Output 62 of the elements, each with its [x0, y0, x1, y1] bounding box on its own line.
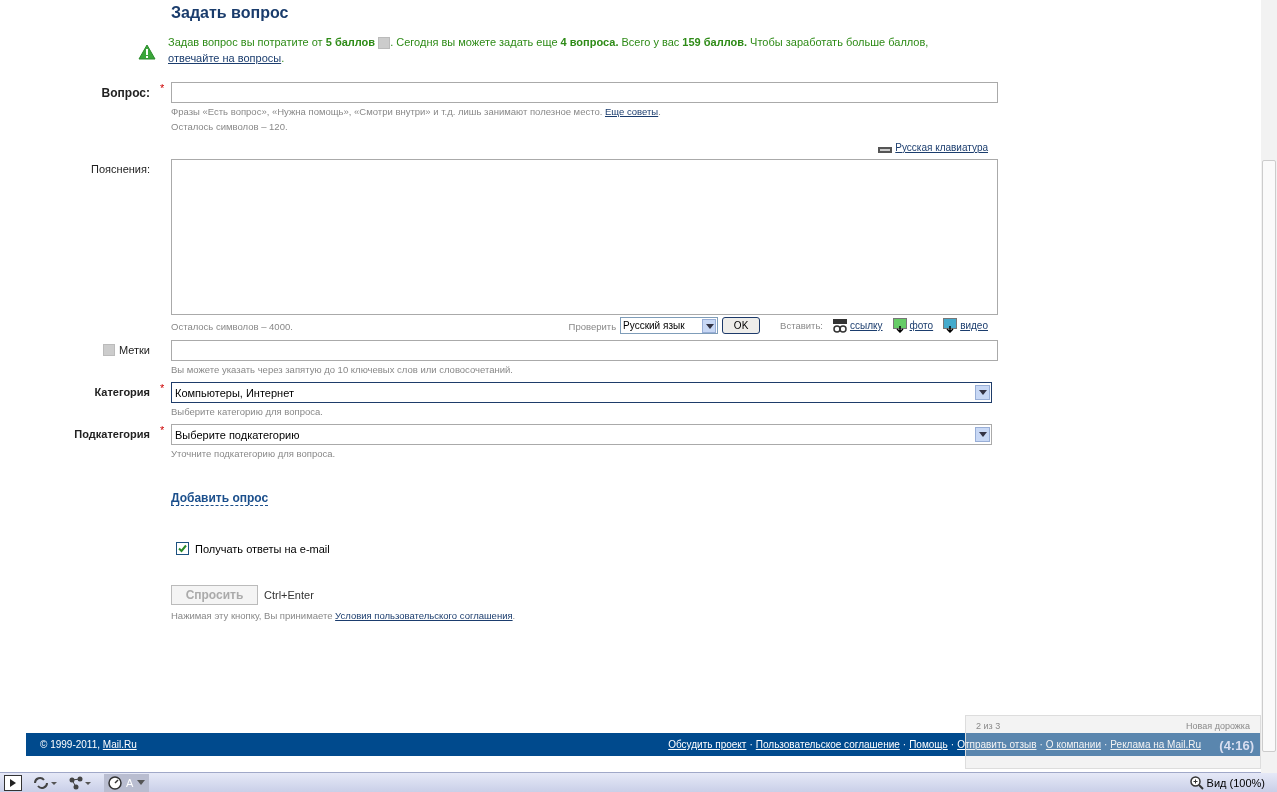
popup-counter: 2 из 3 — [976, 721, 1001, 732]
page-title: Задать вопрос — [171, 3, 290, 23]
insert-link[interactable]: видео — [960, 320, 988, 331]
caret-icon[interactable] — [137, 779, 146, 786]
separator-dot: · — [950, 739, 955, 750]
terms-link[interactable]: Условия пользовательского соглашения — [335, 610, 513, 621]
language-select[interactable]: Русский язык — [620, 317, 719, 334]
footer-link[interactable]: Помощь — [909, 739, 948, 750]
russian-keyboard-link[interactable]: Русская клавиатура — [895, 141, 988, 153]
footer-link[interactable]: Пользовательское соглашение — [755, 739, 900, 750]
shortcut-hint: Ctrl+Enter — [264, 589, 314, 601]
picture-icon — [892, 318, 907, 333]
category-select[interactable]: Компьютеры, Интернет — [171, 382, 992, 403]
video-icon — [943, 318, 958, 333]
add-poll-link[interactable]: Добавить опрос — [171, 491, 269, 506]
zoom-level[interactable]: Вид (100%) — [1206, 776, 1265, 789]
explanation-counter: Осталось символов – 4000. — [171, 320, 293, 333]
tags-label: Метки — [118, 344, 150, 356]
email-checkbox[interactable] — [176, 542, 189, 555]
share-icon[interactable] — [68, 775, 94, 790]
insert-link[interactable]: ссылку — [850, 320, 883, 331]
select-hint: Выберите категорию для вопроса. — [171, 405, 324, 418]
play-icon[interactable] — [4, 774, 22, 791]
category-select[interactable]: Выберите подкатегорию — [171, 424, 992, 445]
question-label: Вопрос: — [100, 85, 150, 102]
question-input[interactable] — [171, 82, 998, 103]
popup-title: Новая дорожка — [1186, 721, 1250, 732]
explanation-label: Пояснения: — [90, 162, 150, 177]
select-label: Категория — [93, 385, 150, 400]
select-label: Подкатегория — [73, 427, 150, 442]
question-counter: Осталось символов – 120. — [171, 120, 289, 133]
ok-button[interactable]: OK — [722, 317, 761, 334]
question-hint: Фразы «Есть вопрос», «Нужна помощь», «Смотри внутри» и т.д. лишь занимают полезное место. Еще советы. — [171, 105, 662, 118]
insert-label: Вставить: — [780, 319, 823, 332]
gauge-icon[interactable] — [108, 775, 122, 790]
footer-link[interactable]: Обсудить проект — [668, 739, 747, 750]
popup-time: (4:16) — [1219, 738, 1254, 753]
spellcheck-label: Проверить — [568, 320, 617, 333]
zoom-icon[interactable] — [1189, 775, 1204, 790]
tags-input[interactable] — [171, 340, 998, 361]
separator-dot: · — [902, 739, 907, 750]
refresh-icon[interactable] — [32, 775, 58, 790]
select-hint: Уточните подкатегорию для вопроса. — [171, 447, 337, 460]
email-checkbox-label: Получать ответы на e-mail — [195, 542, 330, 555]
required-mark: * — [160, 82, 165, 94]
insert-link[interactable]: фото — [909, 320, 934, 331]
chain-icon — [833, 318, 847, 333]
terms-text: Нажимая эту кнопку, Вы принимаете Условия пользовательского соглашения. — [171, 609, 517, 622]
status-letter: A — [126, 776, 134, 789]
warning-icon — [138, 44, 156, 60]
copyright-text: © 1999-2011, — [40, 739, 101, 750]
points-notice: Задав вопрос вы потратите от 5 баллов . Сегодня вы можете задать еще 4 вопроса. Всего у вас 159 баллов. Чтобы заработать больше баллов, отвечайте на вопросы. — [168, 35, 930, 66]
tags-hint: Вы можете указать через запятую до 10 ключевых слов или словосочетаний. — [171, 363, 514, 376]
separator-dot: · — [749, 739, 753, 750]
site-link[interactable]: Mail.Ru — [102, 739, 137, 750]
scrollbar[interactable] — [1261, 0, 1277, 773]
required-mark: * — [160, 424, 165, 436]
separator-dot: · — [1104, 739, 1108, 750]
separator-dot: · — [1039, 739, 1043, 750]
required-mark: * — [160, 382, 165, 394]
footer-link[interactable]: Реклама на Mail.Ru — [1110, 739, 1201, 750]
footer-link[interactable]: О компании — [1045, 739, 1101, 750]
